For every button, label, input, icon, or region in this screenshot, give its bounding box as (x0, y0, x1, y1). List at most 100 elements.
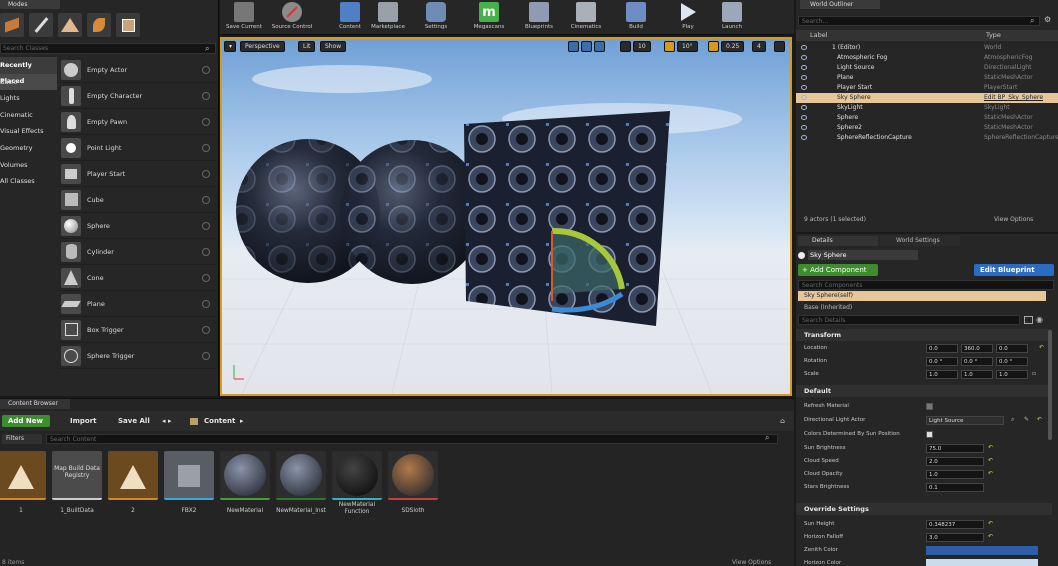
outliner-row[interactable]: 1 (Editor) World (796, 43, 1058, 53)
picker-icon[interactable]: ✎ (1024, 417, 1029, 423)
world-settings-tab[interactable]: World Settings (880, 236, 960, 246)
actor-item-cube[interactable]: Cube (58, 187, 216, 213)
save-current-button[interactable]: Save Current (220, 1, 268, 34)
cinematics-button[interactable]: Cinematics (562, 1, 610, 34)
landscape-mode-icon[interactable] (58, 13, 82, 37)
outliner-search-input[interactable]: Search... (798, 16, 1040, 26)
location-y-field[interactable]: 360.0 (961, 344, 993, 353)
visibility-eye-icon[interactable] (801, 95, 807, 100)
outliner-view-options-button[interactable]: View Options (994, 216, 1033, 223)
add-new-button[interactable]: Add New (2, 415, 50, 427)
sun-brightness-field[interactable]: 75.0 (926, 444, 984, 453)
reset-arrow-icon[interactable]: ↶ (1037, 417, 1042, 423)
actor-item-plane[interactable]: Plane (58, 291, 216, 317)
megascans-button[interactable]: m Megascans (465, 1, 513, 34)
actor-item-empty-actor[interactable]: Empty Actor (58, 57, 216, 83)
outliner-row[interactable]: SkyLight SkyLight (796, 103, 1058, 113)
outliner-row[interactable]: SphereReflectionCapture SphereReflectionC… (796, 133, 1058, 143)
visibility-eye-icon[interactable] (801, 115, 807, 120)
view-options-button[interactable]: View Options (732, 559, 771, 566)
asset-newmaterial[interactable]: NewMaterial (220, 451, 270, 515)
paint-mode-icon[interactable] (29, 13, 53, 37)
search-content-input[interactable]: Search Content (46, 434, 778, 444)
category-recently-placed[interactable]: Recently Placed (0, 57, 57, 85)
lock-icon[interactable]: ▫ (1032, 371, 1037, 377)
header-type[interactable]: Type (986, 30, 1001, 41)
property-matrix-icon[interactable] (1024, 316, 1033, 324)
visibility-eye-icon[interactable] (801, 65, 807, 70)
asset-builtdata[interactable]: Map Build Data Registry 1_BuiltData (52, 451, 102, 515)
show-button[interactable]: Show (320, 41, 347, 52)
actor-item-empty-pawn[interactable]: Empty Pawn (58, 109, 216, 135)
location-z-field[interactable]: 0.0 (996, 344, 1028, 353)
foliage-mode-icon[interactable] (87, 13, 111, 37)
horizon-falloff-field[interactable]: 3.0 (926, 533, 984, 542)
horizon-color-swatch[interactable] (926, 559, 1038, 566)
asset-newmaterial-inst[interactable]: NewMaterial_Inst (276, 451, 326, 515)
scale-z-field[interactable]: 1.0 (996, 370, 1028, 379)
camera-speed-value[interactable]: 4 (752, 41, 766, 52)
rotation-y-field[interactable]: 0.0 ° (961, 357, 993, 366)
actor-item-empty-character[interactable]: Empty Character (58, 83, 216, 109)
lock-icon[interactable]: ⌂ (780, 415, 785, 427)
viewport-options-button[interactable]: ▾ (224, 41, 236, 52)
grid-snap-icon[interactable] (620, 41, 631, 52)
history-back-forward-icon[interactable]: ◂ ▸ (162, 415, 171, 427)
path-chevron-icon[interactable]: ▸ (240, 415, 244, 427)
path-content[interactable]: Content (204, 415, 235, 427)
details-scrollbar[interactable] (1048, 330, 1052, 440)
reset-arrow-icon[interactable]: ↶ (1039, 345, 1044, 351)
add-component-button[interactable]: + Add Component (798, 264, 878, 276)
override-section-header[interactable]: Override Settings (796, 503, 1052, 515)
header-label[interactable]: Label (810, 30, 828, 41)
stars-brightness-field[interactable]: 0.1 (926, 483, 984, 492)
component-base-row[interactable]: Base (Inherited) (798, 303, 1046, 312)
outliner-row[interactable]: Atmospheric Fog AtmosphericFog (796, 53, 1058, 63)
place-mode-icon[interactable] (0, 13, 24, 37)
actor-item-cylinder[interactable]: Cylinder (58, 239, 216, 265)
rotation-x-field[interactable]: 0.0 ° (926, 357, 958, 366)
blueprints-button[interactable]: Blueprints (515, 1, 563, 34)
outliner-row[interactable]: Sphere StaticMeshActor (796, 113, 1058, 123)
outliner-row[interactable]: Plane StaticMeshActor (796, 73, 1058, 83)
save-all-button[interactable]: Save All (118, 415, 150, 427)
reset-arrow-icon[interactable]: ↶ (988, 445, 993, 451)
zenith-color-swatch[interactable] (926, 546, 1038, 555)
component-self-row[interactable]: Sky Sphere(self) (798, 291, 1046, 301)
reset-arrow-icon[interactable]: ↶ (988, 471, 993, 477)
translate-tool-icon[interactable] (568, 41, 579, 52)
visibility-eye-icon[interactable] (801, 85, 807, 90)
angle-snap-value[interactable]: 10° (677, 41, 698, 52)
source-control-button[interactable]: Source Control (268, 1, 316, 34)
outliner-row-selected[interactable]: Sky Sphere Edit BP_Sky_Sphere (796, 93, 1058, 103)
marketplace-button[interactable]: Marketplace (364, 1, 412, 34)
search-icon[interactable]: ⌕ (1011, 417, 1016, 423)
perspective-button[interactable]: Perspective (240, 41, 285, 52)
asset-newmaterial-function[interactable]: NewMaterial Function (332, 451, 382, 516)
import-button[interactable]: Import (70, 415, 97, 427)
grid-snap-value[interactable]: 10 (633, 41, 651, 52)
outliner-row[interactable]: Player Start PlayerStart (796, 83, 1058, 93)
search-details-input[interactable]: Search Details (798, 315, 1020, 325)
visibility-eye-icon[interactable] (801, 55, 807, 60)
level-viewport[interactable]: ▾ Perspective Lit Show 10 10° 0.25 4 (220, 37, 792, 396)
content-browser-tab[interactable]: Content Browser (0, 399, 70, 409)
geometry-mode-icon[interactable] (116, 13, 140, 37)
actor-item-box-trigger[interactable]: Box Trigger (58, 317, 216, 343)
actor-item-sphere[interactable]: Sphere (58, 213, 216, 239)
actor-item-player-start[interactable]: Player Start (58, 161, 216, 187)
play-button[interactable]: Play (664, 1, 712, 34)
search-components-input[interactable]: Search Components (798, 280, 1054, 290)
scale-snap-icon[interactable] (708, 41, 719, 52)
angle-snap-icon[interactable] (664, 41, 675, 52)
settings-button[interactable]: Settings (412, 1, 460, 34)
build-button[interactable]: Build (612, 1, 660, 34)
outliner-row[interactable]: Light Source DirectionalLight (796, 63, 1058, 73)
category-all-classes[interactable]: All Classes (0, 173, 57, 190)
asset-fbx2[interactable]: FBX2 (164, 451, 214, 515)
asset-sdsloth[interactable]: SDSloth (388, 451, 438, 515)
actor-name-field[interactable]: Sky Sphere (808, 250, 918, 260)
reset-arrow-icon[interactable]: ↶ (988, 534, 993, 540)
reset-arrow-icon[interactable]: ↶ (988, 521, 993, 527)
sun-height-field[interactable]: 0.348237 (926, 520, 984, 529)
